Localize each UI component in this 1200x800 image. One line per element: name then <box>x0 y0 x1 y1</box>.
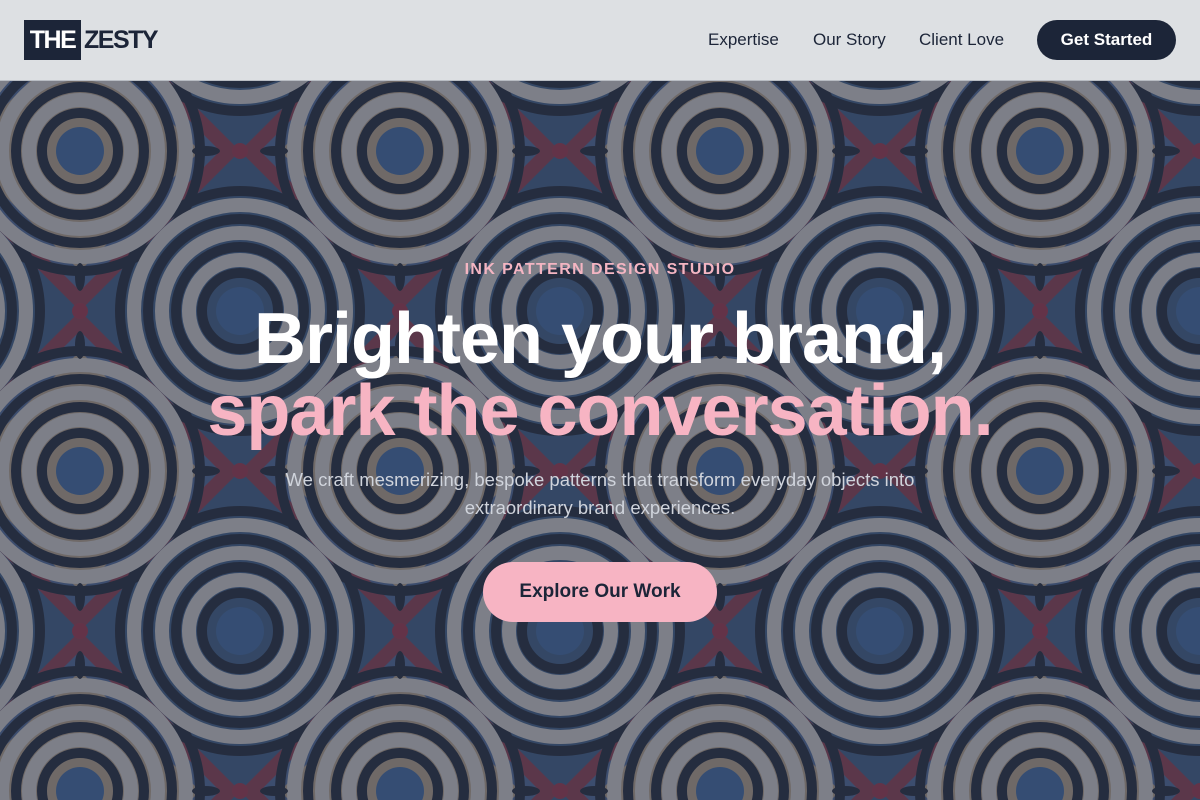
explore-our-work-button[interactable]: Explore Our Work <box>483 562 717 622</box>
hero-headline-line-2: spark the conversation. <box>207 371 993 451</box>
site-header: THE ZESTY Expertise Our Story Client Lov… <box>0 0 1200 81</box>
logo-mark: THE <box>24 20 81 60</box>
brand-logo[interactable]: THE ZESTY <box>24 20 159 60</box>
nav-link-client-love[interactable]: Client Love <box>919 20 1004 60</box>
hero-description: We craft mesmerizing, bespoke patterns t… <box>285 469 915 518</box>
logo-wordmark: ZESTY <box>84 25 159 54</box>
hero-eyebrow: INK PATTERN DESIGN STUDIO <box>464 261 736 278</box>
hero-section: INK PATTERN DESIGN STUDIO Brighten your … <box>0 81 1200 800</box>
nav-link-expertise[interactable]: Expertise <box>708 20 779 60</box>
hero-headline-line-1: Brighten your brand, <box>253 299 947 379</box>
get-started-button[interactable]: Get Started <box>1037 20 1176 60</box>
nav-link-our-story[interactable]: Our Story <box>813 20 886 60</box>
